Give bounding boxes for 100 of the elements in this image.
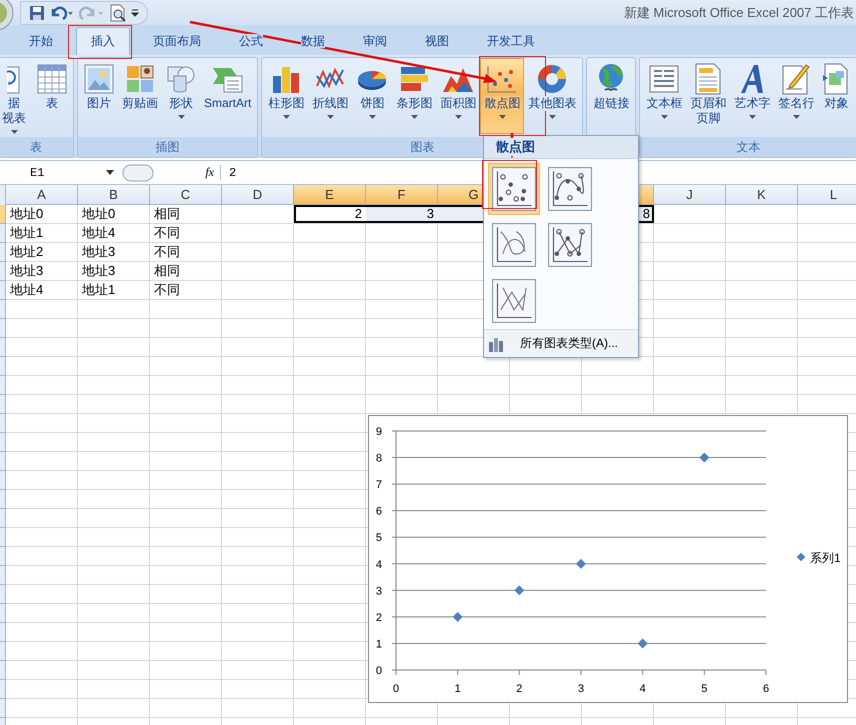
group-label: 图表	[410, 138, 434, 156]
ribbon-button[interactable]: 表	[33, 58, 71, 134]
scatter-markers-icon	[492, 167, 536, 211]
row-header[interactable]	[0, 281, 6, 300]
column-header[interactable]: D	[222, 185, 294, 205]
ribbon-button[interactable]: 据 视表	[1, 58, 33, 137]
column-header[interactable]: C	[150, 185, 222, 205]
axis-label: 7	[376, 479, 382, 492]
row-header[interactable]	[0, 566, 6, 585]
row-header[interactable]	[0, 490, 6, 509]
row-header[interactable]	[0, 395, 6, 414]
ribbon-button[interactable]: 柱形图	[264, 58, 308, 134]
table-cell-text: 地址4	[81, 224, 116, 242]
axis-label: 8	[376, 452, 382, 465]
highlight-box	[482, 160, 537, 209]
ribbon-button[interactable]: 散点图	[480, 58, 524, 134]
highlight-box	[68, 25, 132, 59]
group-label: 文本	[736, 138, 760, 156]
column-header[interactable]: E	[294, 185, 366, 205]
ribbon-tab[interactable]: 开发工具	[472, 27, 550, 55]
row-header[interactable]	[0, 547, 6, 566]
swoosh-icon	[739, 63, 766, 95]
row-header[interactable]	[0, 661, 6, 680]
column-header[interactable]: L	[798, 185, 856, 205]
column-header[interactable]: J	[654, 185, 726, 205]
ribbon-tab[interactable]: 数据	[286, 27, 340, 55]
chart-subtype-option[interactable]	[488, 163, 540, 215]
name-box[interactable]: E1	[0, 166, 118, 180]
row-header[interactable]	[0, 585, 6, 604]
ribbon-button[interactable]: 形状	[162, 58, 200, 134]
ribbon-button[interactable]: 超链接	[589, 58, 634, 134]
ribbon-button[interactable]: 图片	[80, 58, 118, 134]
window-title: 新建 Microsoft Office Excel 2007 工作表	[624, 4, 855, 22]
document-icon	[695, 63, 722, 95]
row-header[interactable]	[0, 471, 6, 490]
axis-label: 1	[376, 638, 382, 650]
ribbon-button[interactable]: 面积图	[436, 58, 480, 134]
save-icon[interactable]	[29, 4, 45, 20]
row-header[interactable]	[0, 300, 6, 319]
ribbon-button[interactable]: 页眉和 页脚	[686, 58, 730, 134]
ribbon-button[interactable]: 条形图	[392, 58, 436, 134]
ribbon-button[interactable]: 艺术字	[730, 58, 774, 134]
axis-label: 3	[376, 585, 382, 598]
row-header[interactable]	[0, 680, 6, 699]
column-header[interactable]: K	[726, 185, 798, 205]
table-cell-text: 相同	[153, 262, 181, 280]
row-header[interactable]	[0, 642, 6, 661]
axis-label: 5	[376, 532, 382, 544]
row-header[interactable]	[0, 319, 6, 338]
ribbon-button[interactable]: SmartArt	[200, 58, 256, 134]
row-header[interactable]	[0, 509, 6, 528]
row-header[interactable]	[0, 452, 6, 471]
ribbon-button[interactable]: 饼图	[352, 58, 392, 134]
table-cell-text: 相同	[153, 205, 181, 223]
row-header[interactable]	[0, 357, 6, 376]
row-header[interactable]	[0, 604, 6, 623]
ribbon-button[interactable]: 对象	[818, 58, 854, 134]
row-header[interactable]	[0, 224, 6, 243]
ribbon-tab[interactable]: 插入	[76, 27, 130, 55]
ribbon-button[interactable]: 签名行	[774, 58, 818, 134]
legend-label: 系列1	[810, 551, 841, 565]
undo-icon[interactable]	[49, 4, 75, 20]
customize-icon[interactable]	[131, 8, 139, 18]
row-header[interactable]	[0, 376, 6, 395]
menu-title: 散点图	[496, 138, 535, 156]
select-all-button[interactable]	[0, 185, 6, 205]
ribbon-tab[interactable]: 页面布局	[138, 27, 216, 55]
column-header[interactable]: B	[78, 185, 150, 205]
formula-input[interactable]: 2	[221, 166, 236, 180]
ribbon-tab[interactable]: 公式	[224, 27, 278, 55]
bar-chart-icon	[399, 64, 430, 94]
straight-lines-markers-icon	[548, 223, 592, 267]
row-header[interactable]	[0, 205, 6, 224]
clip-art-icon	[125, 64, 155, 94]
ribbon-tab[interactable]: 审阅	[348, 27, 402, 55]
row-header[interactable]	[0, 262, 6, 281]
row-header[interactable]	[0, 433, 6, 452]
column-header[interactable]: A	[6, 185, 78, 205]
ribbon-tab[interactable]: 视图	[410, 27, 464, 55]
ribbon-button[interactable]: 折线图	[308, 58, 352, 134]
print-preview-icon[interactable]	[109, 4, 127, 22]
table-cell-text: 地址2	[9, 243, 44, 261]
table-cell-text: 地址0	[81, 205, 116, 223]
column-header[interactable]: F	[366, 185, 438, 205]
insert-function-button[interactable]: fx	[154, 165, 221, 180]
ribbon-button[interactable]: 其他图表	[524, 58, 580, 134]
row-header[interactable]	[0, 338, 6, 357]
axis-label: 2	[376, 612, 382, 624]
ribbon-button[interactable]: 剪贴画	[118, 58, 162, 134]
splitter-handle-icon[interactable]	[122, 162, 154, 182]
ribbon-button[interactable]: 文本框	[642, 58, 686, 134]
ribbon-tab[interactable]: 开始	[14, 27, 68, 55]
row-header[interactable]	[0, 243, 6, 262]
pen-document-icon	[782, 63, 810, 95]
table-cell-text: 地址0	[9, 205, 44, 223]
row-header[interactable]	[0, 414, 6, 433]
row-header[interactable]	[0, 699, 6, 718]
axis-label: 4	[640, 683, 646, 695]
row-header[interactable]	[0, 528, 6, 547]
row-header[interactable]	[0, 623, 6, 642]
